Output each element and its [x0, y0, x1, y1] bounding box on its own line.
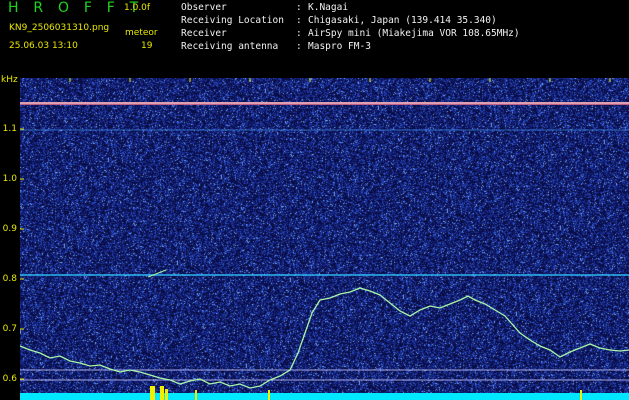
- meteor-marker: [195, 390, 197, 400]
- meteor-label: meteor: [125, 28, 158, 38]
- info-value: Chigasaki, Japan (139.414 35.340): [308, 15, 497, 26]
- y-tick-label: 0.7: [2, 324, 17, 334]
- info-value: Maspro FM-3: [308, 41, 371, 52]
- info-key: Observer: [181, 2, 227, 13]
- info-key: Receiver: [181, 28, 227, 39]
- signal-trace: [20, 287, 629, 389]
- meteor-marker: [150, 386, 155, 400]
- frequency-ticks: [20, 128, 24, 380]
- spectrogram: [20, 78, 629, 400]
- info-key: Receiving Location: [181, 15, 284, 26]
- info-row-receiver: Receiver: AirSpy mini (Miakejima VOR 108.…: [181, 28, 520, 39]
- y-tick-label: 1.1: [2, 124, 17, 134]
- y-tick-label: 0.9: [2, 224, 17, 234]
- datetime-label: 25.06.03 13:10: [9, 41, 78, 51]
- y-tick-label: 0.6: [2, 374, 17, 384]
- minute-ticks: [69, 78, 611, 82]
- filename-label: KN9_2506031310.png: [9, 23, 110, 33]
- baseline-bar: [20, 393, 629, 400]
- meteor-marker: [580, 390, 582, 400]
- meteor-count: 19: [141, 41, 153, 51]
- info-row-observer: Observer: K.Nagai: [181, 2, 349, 13]
- hrofft-window: H R O F F T 1.0.0f KN9_2506031310.png me…: [0, 0, 629, 400]
- meteor-marker: [165, 389, 168, 400]
- meteor-marker: [268, 390, 270, 400]
- meteor-echo: [147, 269, 167, 278]
- meteor-marker: [160, 386, 164, 400]
- info-row-antenna: Receiving antenna: Maspro FM-3: [181, 41, 371, 52]
- version-label: 1.0.0f: [124, 3, 151, 13]
- info-value: K.Nagai: [308, 2, 349, 13]
- info-key: Receiving antenna: [181, 41, 279, 52]
- y-tick-label: 0.8: [2, 274, 17, 284]
- spectrogram-overlay: [20, 78, 629, 400]
- y-tick-label: 1.0: [2, 174, 17, 184]
- info-value: AirSpy mini (Miakejima VOR 108.65MHz): [308, 28, 520, 39]
- y-axis-unit: kHz: [1, 75, 18, 85]
- info-row-location: Receiving Location: Chigasaki, Japan (139…: [181, 15, 497, 26]
